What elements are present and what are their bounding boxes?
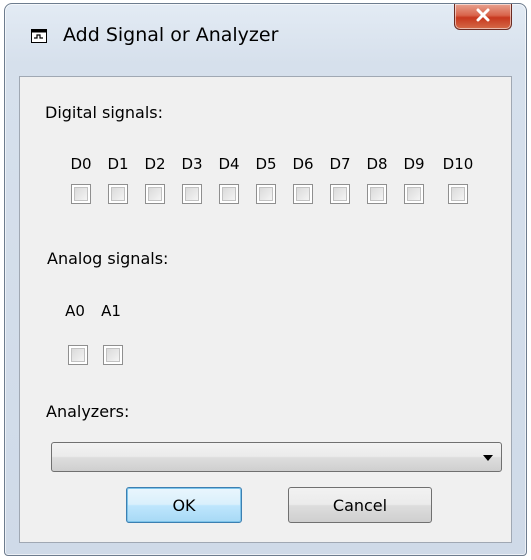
digital-label-d2: D2: [144, 155, 166, 173]
digital-signals-heading: Digital signals:: [45, 103, 164, 122]
analog-signals-heading: Analog signals:: [47, 249, 169, 268]
title-bar[interactable]: Add Signal or Analyzer: [5, 4, 526, 76]
analyzers-dropdown[interactable]: [51, 442, 502, 472]
digital-label-d3: D3: [181, 155, 203, 173]
close-button[interactable]: [454, 4, 512, 30]
digital-label-d5: D5: [255, 155, 277, 173]
checkbox-d5[interactable]: [256, 184, 276, 204]
checkbox-d3[interactable]: [182, 184, 202, 204]
digital-label-d1: D1: [107, 155, 129, 173]
close-x-icon: [475, 7, 491, 26]
checkbox-d8[interactable]: [367, 184, 387, 204]
chevron-down-icon: [483, 455, 493, 461]
digital-label-d10: D10: [442, 155, 474, 173]
checkbox-d4[interactable]: [219, 184, 239, 204]
checkbox-a1[interactable]: [103, 345, 123, 365]
checkbox-d9[interactable]: [404, 184, 424, 204]
digital-label-d4: D4: [218, 155, 240, 173]
cancel-button[interactable]: Cancel: [288, 487, 432, 523]
analog-label-a1: A1: [101, 302, 121, 320]
ok-button[interactable]: OK: [126, 487, 242, 523]
analog-label-a0: A0: [65, 302, 85, 320]
window-app-icon: [31, 28, 47, 43]
checkbox-d1[interactable]: [108, 184, 128, 204]
digital-label-d0: D0: [70, 155, 92, 173]
checkbox-a0[interactable]: [68, 345, 88, 365]
checkbox-d10[interactable]: [448, 184, 468, 204]
digital-label-d8: D8: [366, 155, 388, 173]
dialog-title: Add Signal or Analyzer: [63, 24, 279, 46]
checkbox-d6[interactable]: [293, 184, 313, 204]
checkbox-d7[interactable]: [330, 184, 350, 204]
dialog-content: Digital signals: D0 D1 D2 D3 D4 D5 D6 D7…: [19, 76, 512, 543]
analyzers-heading: Analyzers:: [46, 402, 130, 421]
checkbox-d2[interactable]: [145, 184, 165, 204]
digital-label-d7: D7: [329, 155, 351, 173]
digital-label-d6: D6: [292, 155, 314, 173]
checkbox-d0[interactable]: [71, 184, 91, 204]
dialog-window: Add Signal or Analyzer Digital signals: …: [4, 3, 527, 556]
digital-label-d9: D9: [403, 155, 425, 173]
